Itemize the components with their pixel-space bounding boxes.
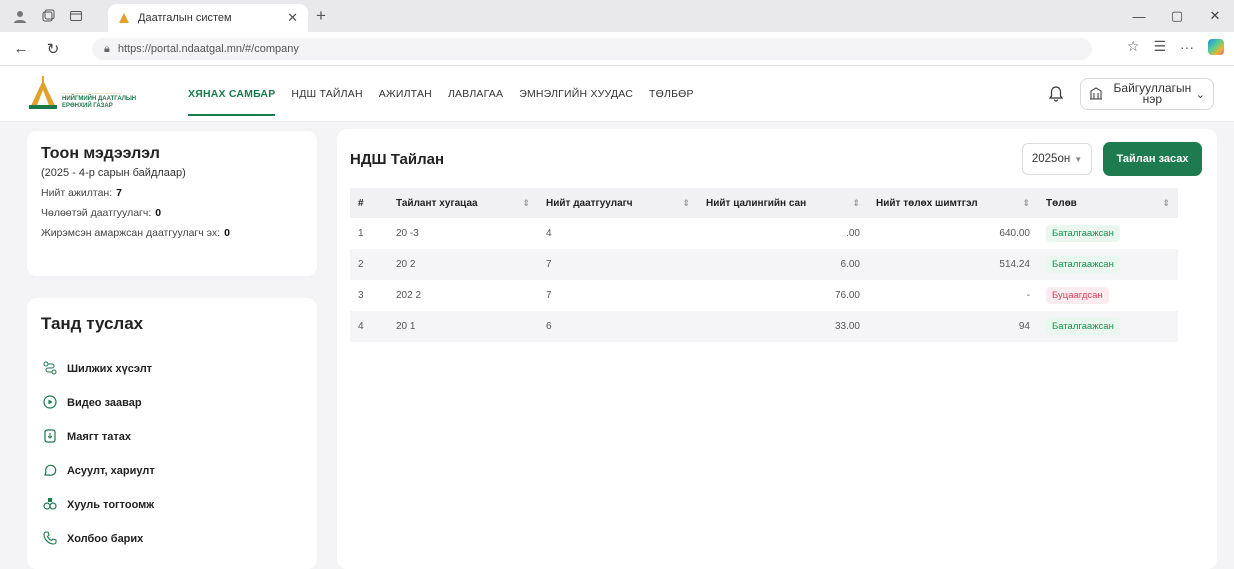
- browser-tabbar: Даатгалын систем ✕ + — ▢ ✕: [0, 0, 1234, 32]
- help-transfer-request[interactable]: Шилжих хүсэлт: [41, 352, 303, 386]
- back-icon[interactable]: ←: [10, 40, 32, 57]
- chat-icon: [41, 463, 59, 480]
- tab-actions-icon[interactable]: [68, 8, 84, 24]
- col-number: #: [350, 188, 388, 218]
- play-icon: [41, 394, 59, 412]
- edit-report-button[interactable]: Тайлан засах: [1103, 142, 1202, 176]
- minimize-icon[interactable]: —: [1120, 9, 1158, 24]
- sort-icon: ⇕: [682, 197, 690, 208]
- new-tab-icon[interactable]: +: [316, 6, 326, 26]
- notification-bell-icon[interactable]: [1048, 86, 1064, 106]
- table-row[interactable]: 4 20 1 6 33.00 94 Баталгаажсан: [350, 311, 1178, 342]
- workspaces-icon[interactable]: [40, 8, 56, 24]
- profile-icon[interactable]: [12, 8, 28, 24]
- year-select[interactable]: 2025он ▼: [1022, 143, 1092, 175]
- app-header: ——————————————— НИЙГМИЙН ДААТГАЛЫН ЕРӨНХ…: [0, 66, 1234, 122]
- close-window-icon[interactable]: ✕: [1196, 8, 1234, 24]
- col-status[interactable]: Төлөв ⇕: [1038, 188, 1178, 218]
- sort-icon: ⇕: [852, 197, 860, 208]
- nav-medical-sheet[interactable]: ЭМНЭЛГИЙН ХУУДАС: [519, 66, 633, 122]
- nav-ndsh-report[interactable]: НДШ ТАЙЛАН: [291, 66, 362, 122]
- logo-line-1: НИЙГМИЙН ДААТГАЛЫН: [62, 96, 137, 102]
- url-text: https://portal.ndaatgal.mn/#/company: [117, 43, 299, 55]
- col-contribution[interactable]: Нийт төлөх шимтгэл ⇕: [868, 188, 1038, 218]
- table-row[interactable]: 3 202 2 7 76.00 - Буцаагдсан: [350, 280, 1178, 311]
- help-video-guide[interactable]: Видео заавар: [41, 386, 303, 420]
- address-toolbar: ← ↻ 🔒︎ https://portal.ndaatgal.mn/#/comp…: [0, 32, 1234, 66]
- col-period[interactable]: Тайлант хугацаа ⇕: [388, 188, 538, 218]
- stat-maternity-insured: Жирэмсэн амаржсан даатгуулагч эх: 0: [41, 227, 230, 239]
- building-icon: [1089, 86, 1103, 103]
- file-download-icon: [41, 428, 59, 446]
- organization-name: Байгууллагын нэр: [1113, 81, 1192, 106]
- report-title: НДШ Тайлан: [350, 151, 445, 168]
- law-icon: [41, 497, 59, 514]
- help-faq[interactable]: Асуулт, хариулт: [41, 454, 303, 488]
- table-row[interactable]: 2 20 2 7 6.00 514.24 Баталгаажсан: [350, 249, 1178, 280]
- help-download-form[interactable]: Маягт татах: [41, 420, 303, 454]
- organization-selector[interactable]: Байгууллагын нэр ⌄: [1080, 78, 1214, 110]
- report-table: # Тайлант хугацаа ⇕ Нийт даатгуулагч ⇕ Ний…: [350, 188, 1178, 342]
- stat-total-employees: Нийт ажилтан: 7: [41, 187, 122, 199]
- report-card: НДШ Тайлан 2025он ▼ Тайлан засах # Тайлан…: [337, 129, 1217, 569]
- lock-icon[interactable]: 🔒︎: [104, 43, 110, 56]
- address-bar[interactable]: 🔒︎ https://portal.ndaatgal.mn/#/company: [92, 38, 1092, 60]
- route-icon: [41, 361, 59, 378]
- help-title: Танд туслах: [41, 314, 144, 333]
- table-row[interactable]: 1 20 -3 4 .00 640.00 Баталгаажсан: [350, 218, 1178, 249]
- status-badge: Баталгаажсан: [1046, 318, 1120, 335]
- restore-icon[interactable]: ▢: [1158, 8, 1196, 24]
- chevron-down-icon: ⌄: [1195, 88, 1205, 101]
- col-insured[interactable]: Нийт даатгуулагч ⇕: [538, 188, 698, 218]
- nav-dashboard[interactable]: ХЯНАХ САМБАР: [188, 66, 276, 122]
- sort-icon: ⇕: [1022, 197, 1030, 208]
- browser-tab[interactable]: Даатгалын систем ✕: [108, 4, 308, 32]
- logo-emblem-icon: [29, 76, 57, 109]
- window-controls: — ▢ ✕: [1120, 0, 1234, 32]
- stats-title: Тоон мэдээлэл: [41, 145, 160, 162]
- site-favicon-icon: [119, 13, 129, 23]
- tab-title: Даатгалын систем: [138, 12, 232, 24]
- nav-references[interactable]: ЛАВЛАГАА: [448, 66, 503, 122]
- favorite-star-icon[interactable]: ☆: [1127, 38, 1140, 55]
- sort-icon: ⇕: [1162, 197, 1170, 208]
- help-card: Танд туслах Шилжих хүсэлт Видео заавар М…: [27, 298, 317, 569]
- refresh-icon[interactable]: ↻: [42, 40, 64, 58]
- nav-payment[interactable]: ТӨЛБӨР: [649, 66, 694, 122]
- logo-line-2: ЕРӨНХИЙ ГАЗАР: [62, 103, 113, 109]
- sort-icon: ⇕: [522, 197, 530, 208]
- phone-icon: [41, 530, 59, 548]
- help-contact[interactable]: Холбоо барих: [41, 522, 303, 556]
- close-tab-icon[interactable]: ✕: [287, 10, 298, 26]
- favorites-list-icon[interactable]: ☰: [1153, 38, 1166, 55]
- nav-employees[interactable]: АЖИЛТАН: [379, 66, 432, 122]
- status-badge: Баталгаажсан: [1046, 256, 1120, 273]
- stats-card: Тоон мэдээлэл (2025 - 4-р сарын байдлаар…: [27, 131, 317, 276]
- copilot-icon[interactable]: [1208, 38, 1224, 55]
- caret-down-icon: ▼: [1074, 154, 1083, 164]
- stats-subtitle: (2025 - 4-р сарын байдлаар): [41, 167, 186, 179]
- stat-free-insured: Чөлөөтэй даатгуулагч: 0: [41, 207, 162, 219]
- status-badge: Баталгаажсан: [1046, 225, 1120, 242]
- status-badge: Буцаагдсан: [1046, 287, 1109, 304]
- logo[interactable]: ——————————————— НИЙГМИЙН ДААТГАЛЫН ЕРӨНХ…: [28, 76, 136, 110]
- help-laws[interactable]: Хууль тогтоомж: [41, 488, 303, 522]
- more-menu-icon[interactable]: ···: [1180, 39, 1194, 55]
- col-salary[interactable]: Нийт цалингийн сан ⇕: [698, 188, 868, 218]
- main-nav: ХЯНАХ САМБАР НДШ ТАЙЛАН АЖИЛТАН ЛАВЛАГАА…: [188, 66, 710, 122]
